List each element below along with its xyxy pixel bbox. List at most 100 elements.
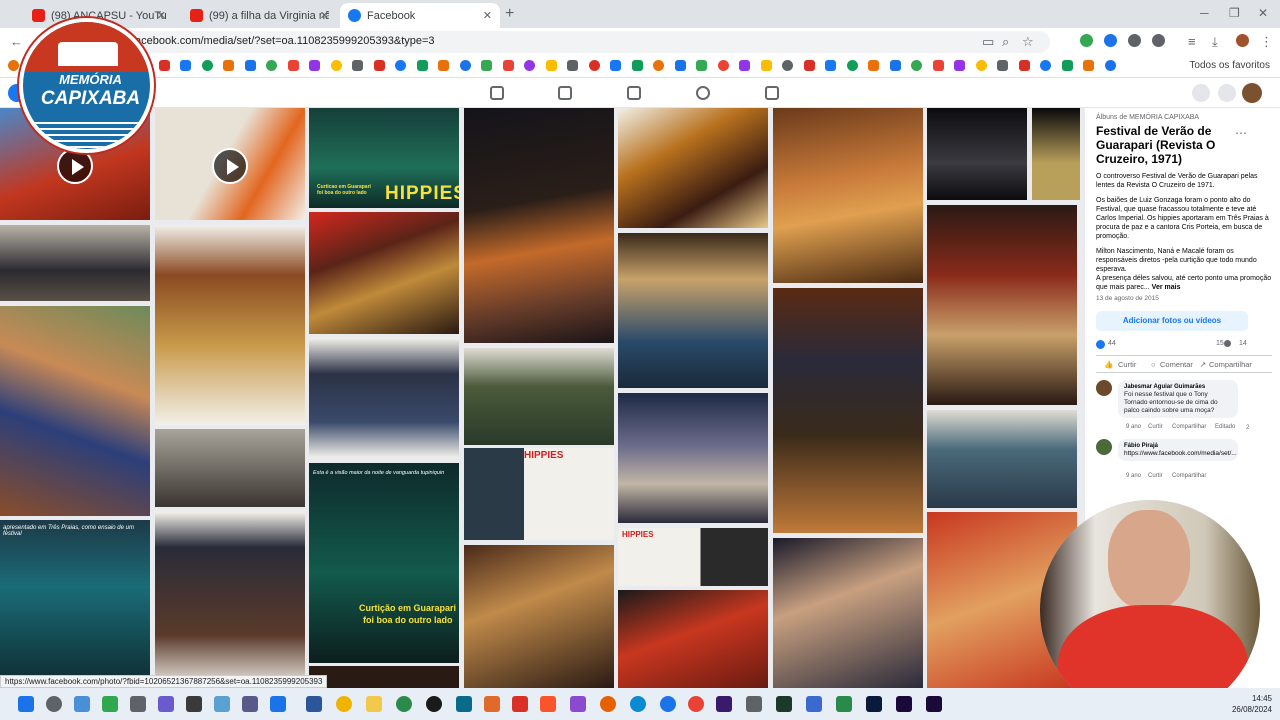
bookmark-star-icon[interactable]: ☆ (1022, 34, 1034, 50)
app-icon[interactable] (102, 696, 118, 712)
edge-icon[interactable] (630, 696, 646, 712)
tab-facebook[interactable]: Facebook ✕ (340, 3, 500, 28)
percussionist-photo[interactable] (927, 205, 1077, 405)
hippie-portrait-photo[interactable] (155, 512, 305, 688)
app-icon[interactable] (426, 696, 442, 712)
camera-icon[interactable] (130, 696, 146, 712)
hippie-couple-photo[interactable] (0, 306, 150, 516)
bookmark-favicon-icon[interactable] (266, 60, 277, 71)
bookmark-favicon-icon[interactable] (502, 60, 514, 71)
bookmark-favicon-icon[interactable] (201, 60, 213, 71)
add-photos-button[interactable]: Adicionar fotos ou vídeos (1096, 311, 1248, 331)
reaction-count[interactable]: 44 (1108, 340, 1116, 347)
cast-icon[interactable]: ▭ (982, 34, 994, 50)
hippies-article-page[interactable]: HIPPIES (618, 528, 768, 586)
comment-link[interactable]: https://www.facebook.com/media/set/... (1124, 450, 1237, 458)
firefox-icon[interactable] (600, 696, 616, 712)
url-input[interactable]: facebook.com/media/set/?set=oa.110823599… (70, 31, 1050, 53)
commenter-avatar[interactable] (1096, 439, 1112, 455)
bookmark-favicon-icon[interactable] (739, 60, 750, 71)
bookmark-favicon-icon[interactable] (481, 60, 492, 71)
partial-photo[interactable] (309, 666, 459, 688)
marketplace-icon[interactable] (627, 86, 641, 100)
bookmark-favicon-icon[interactable] (911, 60, 922, 71)
app-icon[interactable] (186, 696, 202, 712)
close-tab-icon[interactable]: ✕ (483, 9, 492, 22)
app-icon[interactable] (396, 696, 412, 712)
comment-count[interactable]: 15 (1216, 340, 1224, 347)
bookmark-favicon-icon[interactable] (868, 60, 879, 71)
bookmark-favicon-icon[interactable] (846, 60, 858, 71)
bookmark-favicon-icon[interactable] (395, 60, 406, 71)
menu-dots-icon[interactable]: ⋮ (1260, 34, 1273, 50)
gaming-icon[interactable] (765, 86, 779, 100)
profile-avatar[interactable] (1236, 34, 1249, 47)
reading-list-icon[interactable]: ≡ (1188, 34, 1196, 49)
like-button[interactable]: Curtir (1118, 360, 1136, 369)
bearded-man-photo[interactable] (309, 338, 459, 458)
bookmark-favicon-icon[interactable] (631, 60, 643, 71)
bookmark-favicon-icon[interactable] (782, 60, 793, 71)
close-tab-icon[interactable]: ✕ (320, 9, 329, 22)
crowd-photo[interactable] (155, 429, 305, 507)
bookmark-favicon-icon[interactable] (696, 60, 707, 71)
singer-closeup-photo[interactable] (618, 108, 768, 228)
app-icon[interactable] (158, 696, 174, 712)
bookmark-favicon-icon[interactable] (223, 60, 234, 71)
app-icon[interactable] (270, 696, 286, 712)
extension-icon[interactable] (1080, 34, 1093, 47)
bookmark-favicon-icon[interactable] (330, 60, 342, 71)
new-tab-button[interactable]: + (505, 5, 514, 23)
comment-button[interactable]: Comentar (1160, 360, 1193, 369)
video-thumbnail[interactable] (155, 108, 305, 220)
system-clock[interactable]: 14:45 26/08/2024 (1232, 693, 1272, 715)
bookmark-favicon-icon[interactable] (1104, 60, 1116, 71)
musicians-article-photo[interactable] (155, 225, 305, 425)
extension-icon[interactable] (1104, 34, 1117, 47)
beach-crowd-photo[interactable]: apresentado em Três Praias, como ensaio … (0, 520, 150, 688)
app-icon[interactable] (716, 696, 732, 712)
back-icon[interactable]: ← (10, 34, 23, 49)
bookmark-favicon-icon[interactable] (610, 60, 621, 71)
man-with-hat-photo[interactable] (618, 233, 768, 388)
bookmark-favicon-icon[interactable] (524, 60, 535, 71)
bookmark-favicon-icon[interactable] (459, 60, 471, 71)
groups-icon[interactable] (696, 86, 710, 100)
rock-guitarist-photo[interactable] (464, 108, 614, 343)
app-icon[interactable] (214, 696, 230, 712)
bookmark-favicon-icon[interactable] (1040, 60, 1051, 71)
home-icon[interactable] (490, 86, 504, 100)
like-icon[interactable]: 👍 (1104, 360, 1113, 369)
video-icon[interactable] (558, 86, 572, 100)
hippies-magazine-page[interactable]: HIPPIES Curticao em Guarapari foi boa do… (309, 108, 459, 208)
extension-icon[interactable] (1128, 34, 1141, 47)
album-owner-label[interactable]: Álbuns de MEMÓRIA CAPIXABA (1096, 114, 1272, 121)
bookmark-favicon-icon[interactable] (8, 60, 19, 71)
bookmark-favicon-icon[interactable] (1083, 60, 1094, 71)
app-icon[interactable] (660, 696, 676, 712)
bookmark-favicon-icon[interactable] (889, 60, 901, 71)
zoom-icon[interactable]: ⌕ (1002, 34, 1009, 50)
see-more-link[interactable]: Ver mais (1152, 284, 1181, 291)
commenter-avatar[interactable] (1096, 380, 1112, 396)
share-icon[interactable]: ↗ (1200, 360, 1206, 369)
bookmark-favicon-icon[interactable] (1061, 60, 1073, 71)
search-icon[interactable] (46, 696, 62, 712)
guitarist-small-photo[interactable] (1032, 108, 1080, 200)
tab-youtube-virginia[interactable]: (99) a filha da Virginia não é do ✕ (182, 3, 337, 28)
bookmark-favicon-icon[interactable] (373, 60, 385, 71)
bookmark-favicon-icon[interactable] (653, 60, 664, 71)
share-button[interactable]: Compartilhar (1209, 360, 1252, 369)
bookmark-favicon-icon[interactable] (717, 60, 729, 71)
comment-share-button[interactable]: Compartilhar (1172, 424, 1206, 430)
app-icon[interactable] (512, 696, 528, 712)
bookmark-favicon-icon[interactable] (416, 60, 428, 71)
photoshop-icon[interactable] (866, 696, 882, 712)
audition-icon[interactable] (926, 696, 942, 712)
app-icon[interactable] (806, 696, 822, 712)
minimize-icon[interactable]: ─ (1200, 6, 1209, 20)
bookmark-favicon-icon[interactable] (287, 60, 299, 71)
bookmark-favicon-icon[interactable] (309, 60, 320, 71)
bookmark-favicon-icon[interactable] (760, 60, 772, 71)
app-icon[interactable] (456, 696, 472, 712)
